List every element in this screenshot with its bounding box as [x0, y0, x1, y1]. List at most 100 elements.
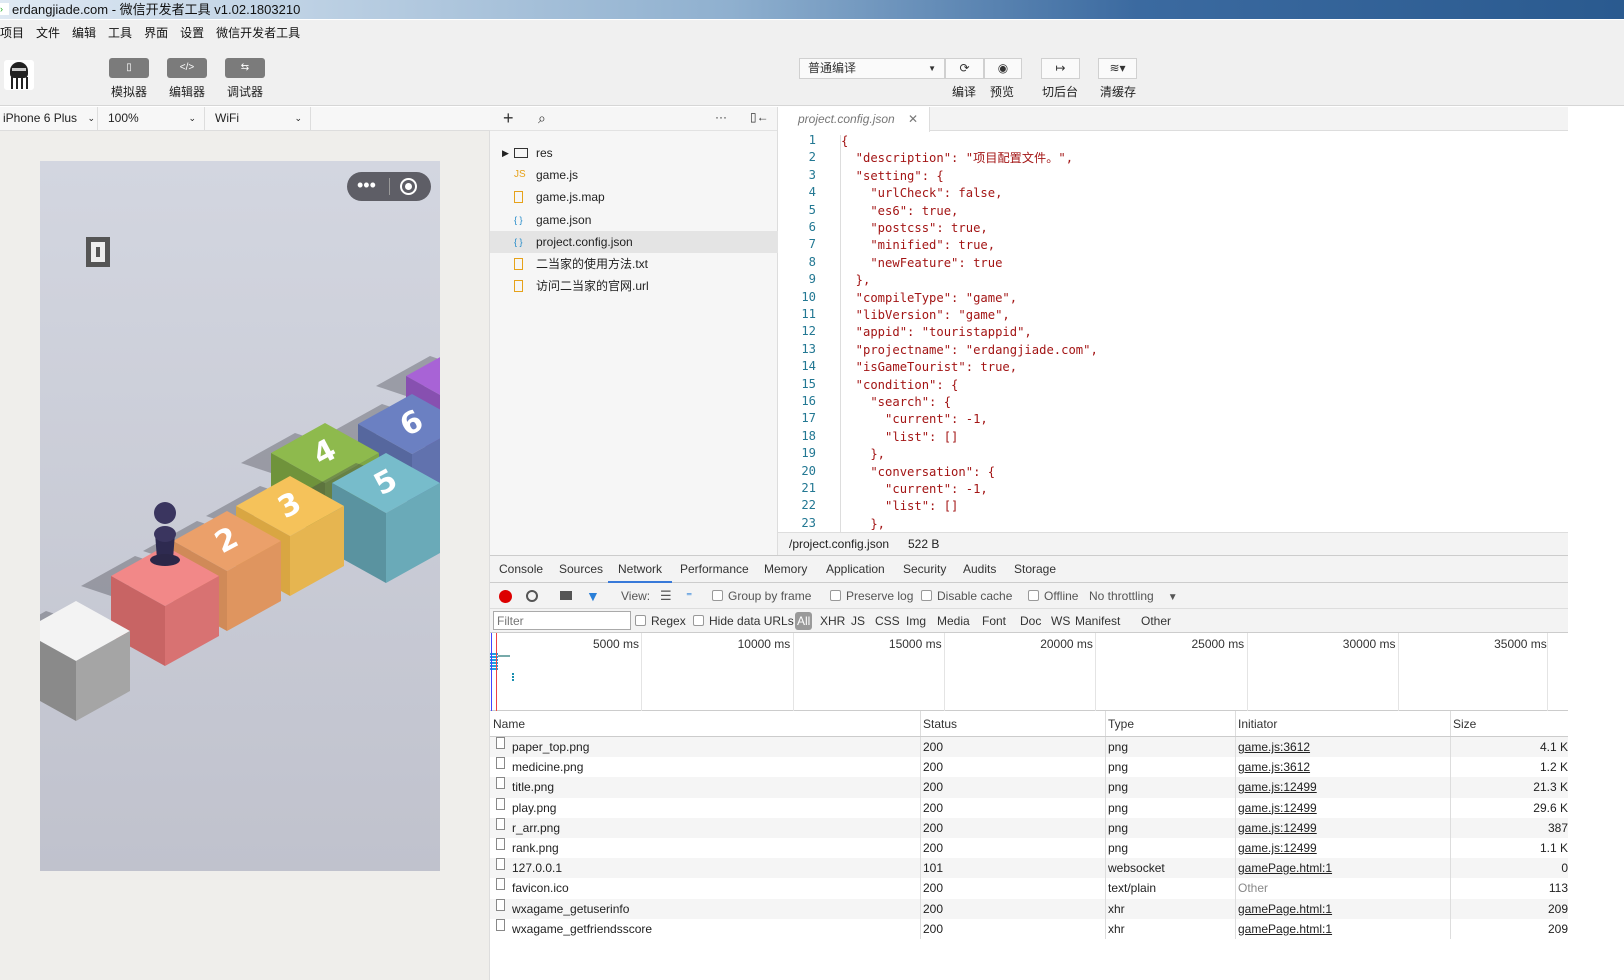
- file-tree-item[interactable]: game.js.map: [490, 186, 778, 208]
- column-header-type[interactable]: Type: [1108, 711, 1134, 737]
- request-name: rank.png: [512, 840, 559, 855]
- request-initiator[interactable]: gamePage.html:1: [1238, 919, 1332, 939]
- code-line: "compileType": "game",: [841, 290, 1018, 305]
- devtools-tab-sources[interactable]: Sources: [559, 556, 603, 583]
- table-row[interactable]: paper_top.png 200 png game.js:3612 4.1 K: [490, 737, 1568, 758]
- preview-button[interactable]: ◉: [984, 58, 1022, 79]
- zoom-select[interactable]: 100% ⌄: [98, 107, 205, 130]
- table-row[interactable]: 127.0.0.1 101 websocket gamePage.html:1 0: [490, 858, 1568, 879]
- devtools-tab-network[interactable]: Network: [608, 556, 673, 583]
- camera-icon[interactable]: [560, 591, 572, 600]
- file-tree-item[interactable]: { } project.config.json: [490, 230, 778, 253]
- menu-tools[interactable]: 工具: [108, 20, 138, 47]
- collapse-panel-icon[interactable]: ▯←: [750, 110, 769, 124]
- clear-button[interactable]: [526, 590, 538, 602]
- filter-type-js[interactable]: JS: [851, 609, 865, 633]
- filter-type-ws[interactable]: WS: [1051, 609, 1070, 633]
- filter-type-manifest[interactable]: Manifest: [1075, 609, 1120, 633]
- more-options-icon[interactable]: ···: [715, 110, 727, 124]
- background-button[interactable]: ↦: [1041, 58, 1080, 79]
- request-initiator[interactable]: gamePage.html:1: [1238, 858, 1332, 878]
- file-tree-item[interactable]: ▶ res: [490, 142, 778, 164]
- filter-type-doc[interactable]: Doc: [1020, 609, 1041, 633]
- filter-icon[interactable]: ▼: [586, 583, 600, 609]
- expand-arrow-icon[interactable]: ▶: [502, 142, 509, 164]
- filter-type-font[interactable]: Font: [982, 609, 1006, 633]
- file-tree-item[interactable]: 二当家的使用方法.txt: [490, 253, 778, 275]
- network-select[interactable]: WiFi ⌄: [205, 107, 311, 130]
- line-number: 9: [808, 272, 816, 287]
- devtools-tab-application[interactable]: Application: [826, 556, 885, 583]
- waterfall-view-icon[interactable]: ⁼: [686, 583, 692, 609]
- menu-project[interactable]: 项目: [0, 20, 30, 47]
- filter-type-img[interactable]: Img: [906, 609, 926, 633]
- disable-cache-checkbox[interactable]: Disable cache: [921, 583, 1012, 609]
- offline-checkbox[interactable]: Offline: [1028, 583, 1078, 609]
- table-row[interactable]: rank.png 200 png game.js:12499 1.1 K: [490, 837, 1568, 859]
- devtools-tab-console[interactable]: Console: [499, 556, 543, 583]
- filter-type-other[interactable]: Other: [1141, 609, 1171, 633]
- preserve-log-checkbox[interactable]: Preserve log: [830, 583, 913, 609]
- table-row[interactable]: title.png 200 png game.js:12499 21.3 K: [490, 777, 1568, 798]
- request-initiator[interactable]: game.js:12499: [1238, 818, 1317, 838]
- code-line: },: [841, 273, 871, 288]
- devtools-tab-storage[interactable]: Storage: [1014, 556, 1056, 583]
- filter-input[interactable]: [493, 611, 631, 630]
- menu-file[interactable]: 文件: [36, 20, 66, 47]
- debugger-toggle-button[interactable]: ⇆: [225, 58, 265, 78]
- menu-settings[interactable]: 设置: [180, 20, 210, 47]
- line-number: 17: [801, 411, 816, 426]
- devtools-tab-security[interactable]: Security: [903, 556, 946, 583]
- regex-checkbox[interactable]: Regex: [635, 609, 686, 633]
- compile-button[interactable]: ⟳: [945, 58, 984, 79]
- avatar[interactable]: [4, 60, 34, 90]
- devtools-tab-memory[interactable]: Memory: [764, 556, 807, 583]
- table-row[interactable]: favicon.ico 200 text/plain Other 113: [490, 878, 1568, 899]
- table-row[interactable]: r_arr.png 200 png game.js:12499 387: [490, 817, 1568, 838]
- group-by-frame-checkbox[interactable]: Group by frame: [712, 583, 811, 609]
- clear-cache-button[interactable]: ≋▾: [1098, 58, 1137, 79]
- simulator-toggle-button[interactable]: ▯: [109, 58, 149, 78]
- table-row[interactable]: wxagame_getuserinfo 200 xhr gamePage.html:1…: [490, 898, 1568, 919]
- menu-edit[interactable]: 编辑: [72, 20, 102, 47]
- request-initiator[interactable]: game.js:12499: [1238, 777, 1317, 797]
- file-tree-item[interactable]: 访问二当家的官网.url: [490, 275, 778, 297]
- editor-tab-project-config[interactable]: project.config.json ✕: [778, 107, 930, 132]
- game-canvas[interactable]: 64532: [40, 161, 440, 871]
- code-editor[interactable]: project.config.json ✕ 1 {2 "description": …: [778, 107, 1568, 532]
- table-row[interactable]: medicine.png 200 png game.js:3612 1.2 K: [490, 757, 1568, 778]
- hide-data-urls-checkbox[interactable]: Hide data URLs: [693, 609, 794, 633]
- close-icon[interactable]: ✕: [908, 107, 918, 131]
- filter-type-all[interactable]: All: [795, 612, 813, 630]
- menu-view[interactable]: 界面: [144, 20, 174, 47]
- table-row[interactable]: play.png 200 png game.js:12499 29.6 K: [490, 797, 1568, 818]
- request-initiator[interactable]: game.js:12499: [1238, 838, 1317, 858]
- column-header-status[interactable]: Status: [923, 711, 957, 737]
- filter-type-css[interactable]: CSS: [875, 609, 900, 633]
- table-row[interactable]: wxagame_getfriendsscore 200 xhr gamePage.ht…: [490, 918, 1568, 939]
- list-view-icon[interactable]: ☰: [660, 583, 672, 609]
- editor-toggle-button[interactable]: </>: [167, 58, 207, 78]
- record-button[interactable]: [499, 590, 512, 603]
- column-header-name[interactable]: Name: [493, 711, 525, 737]
- menu-wechat-devtools[interactable]: 微信开发者工具: [216, 20, 306, 47]
- request-initiator[interactable]: game.js:3612: [1238, 737, 1310, 757]
- request-initiator[interactable]: gamePage.html:1: [1238, 899, 1332, 919]
- more-icon[interactable]: •••: [357, 175, 376, 195]
- devtools-tab-performance[interactable]: Performance: [680, 556, 749, 583]
- column-header-initiator[interactable]: Initiator: [1238, 711, 1277, 737]
- device-select[interactable]: iPhone 6 Plus ⌄: [0, 107, 98, 130]
- file-tree-item[interactable]: JS game.js: [490, 164, 778, 186]
- filter-type-xhr[interactable]: XHR: [820, 609, 845, 633]
- close-target-icon[interactable]: [400, 178, 417, 195]
- devtools-tab-audits[interactable]: Audits: [963, 556, 996, 583]
- throttling-select[interactable]: No throttling ▼: [1089, 583, 1178, 611]
- add-file-icon[interactable]: +: [503, 108, 514, 129]
- file-tree-item[interactable]: { } game.json: [490, 209, 778, 231]
- compile-mode-select[interactable]: 普通编译 ▼: [799, 58, 945, 79]
- search-icon[interactable]: ⌕: [538, 110, 546, 127]
- request-initiator[interactable]: game.js:3612: [1238, 757, 1310, 777]
- filter-type-media[interactable]: Media: [937, 609, 970, 633]
- column-header-size[interactable]: Size: [1453, 711, 1476, 737]
- request-initiator[interactable]: game.js:12499: [1238, 798, 1317, 818]
